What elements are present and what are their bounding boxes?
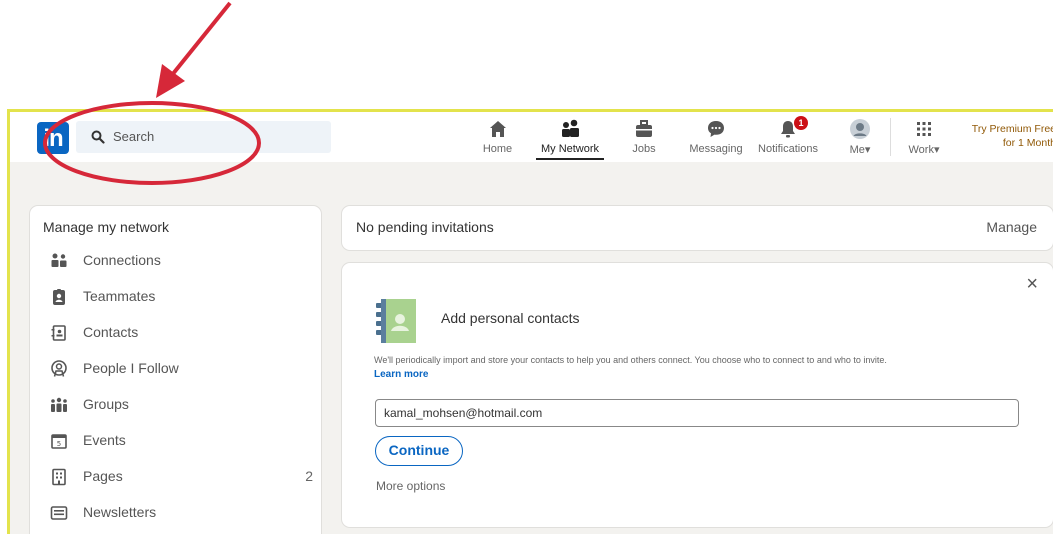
manage-network-title: Manage my network <box>43 219 170 235</box>
nav-home[interactable]: Home <box>480 116 515 160</box>
home-icon <box>489 121 506 137</box>
address-book-icon <box>376 299 416 343</box>
sidebar-item-newsletters[interactable]: Newsletters <box>43 500 313 530</box>
sidebar-item-events[interactable]: 5 Events <box>43 428 313 458</box>
continue-button[interactable]: Continue <box>375 436 463 466</box>
linkedin-window: in Search Home My Network Jobs Messaging… <box>7 109 1053 534</box>
nav-me-label: Me▾ <box>842 143 878 156</box>
newsletter-icon <box>50 506 68 520</box>
invitations-card: No pending invitations Manage <box>342 206 1053 250</box>
sidebar-item-pages[interactable]: Pages 2 <box>43 464 313 494</box>
groups-icon <box>51 397 67 412</box>
premium-line-1: Try Premium Free <box>971 123 1053 135</box>
learn-more-link[interactable]: Learn more <box>374 369 428 380</box>
nav-jobs[interactable]: Jobs <box>629 116 659 160</box>
me-text: Me <box>849 144 865 156</box>
briefcase-icon <box>636 120 652 137</box>
nav-messaging[interactable]: Messaging <box>687 116 745 160</box>
badge-icon <box>53 289 65 305</box>
search-icon <box>91 130 105 144</box>
annotation-arrow-shaft <box>170 1 232 77</box>
network-icon <box>562 119 579 137</box>
nav-me[interactable]: Me▾ <box>842 116 878 160</box>
sidebar-item-label: Teammates <box>83 288 156 304</box>
more-options-link[interactable]: More options <box>376 479 445 493</box>
contacts-description: We'll periodically import and store your… <box>374 355 887 365</box>
follow-icon <box>51 360 67 377</box>
sidebar-item-connections[interactable]: Connections <box>43 248 313 278</box>
building-icon <box>52 468 66 486</box>
grid-icon <box>917 122 931 136</box>
sidebar-item-people-i-follow[interactable]: People I Follow <box>43 356 313 386</box>
sidebar-item-label: Connections <box>83 252 161 268</box>
sidebar-item-label: Contacts <box>83 324 139 340</box>
screenshot-stage: in Search Home My Network Jobs Messaging… <box>0 0 1053 534</box>
email-field[interactable] <box>375 399 1019 427</box>
work-text: Work <box>908 144 934 156</box>
top-navigation: in Search Home My Network Jobs Messaging… <box>10 112 1053 162</box>
nav-home-label: Home <box>482 143 513 155</box>
search-placeholder[interactable]: Search <box>113 129 154 144</box>
linkedin-logo[interactable]: in <box>37 122 69 154</box>
avatar-icon <box>850 119 870 139</box>
nav-work-label: Work▾ <box>903 143 945 156</box>
sidebar-item-label: People I Follow <box>83 360 179 376</box>
try-premium-link[interactable]: Try Premium Free for 1 Month <box>965 122 1053 150</box>
sidebar-item-label: Pages <box>83 468 123 484</box>
no-pending-invitations-text: No pending invitations <box>356 219 494 235</box>
sidebar-item-contacts[interactable]: Contacts <box>43 320 313 350</box>
notification-badge: 1 <box>794 116 808 130</box>
nav-jobs-label: Jobs <box>632 143 656 155</box>
nav-notifications[interactable]: 1 Notifications <box>754 116 822 160</box>
nav-notifications-label: Notifications <box>758 143 818 155</box>
message-icon <box>708 121 724 137</box>
search-bar[interactable]: Search <box>76 121 331 153</box>
sidebar-item-label: Events <box>83 432 126 448</box>
svg-text:5: 5 <box>57 440 61 448</box>
nav-divider <box>890 118 891 156</box>
sidebar-item-label: Groups <box>83 396 129 412</box>
add-contacts-title: Add personal contacts <box>441 310 580 326</box>
nav-messaging-label: Messaging <box>689 143 743 155</box>
add-contacts-card: × Add personal contacts We'll periodical… <box>342 263 1053 527</box>
sidebar-item-label: Newsletters <box>83 504 157 520</box>
sidebar-item-groups[interactable]: Groups <box>43 392 313 422</box>
caret-down-icon: ▾ <box>933 144 940 156</box>
pages-count: 2 <box>305 468 313 484</box>
caret-down-icon: ▾ <box>864 144 871 156</box>
close-icon[interactable]: × <box>1026 273 1038 296</box>
nav-work[interactable]: Work▾ <box>903 116 945 160</box>
sidebar-item-teammates[interactable]: Teammates <box>43 284 313 314</box>
premium-line-2: for 1 Month <box>1002 137 1053 149</box>
people-icon <box>51 253 67 267</box>
manage-network-card: Manage my network Connections Teammates <box>30 206 321 534</box>
manage-invitations-button[interactable]: Manage <box>986 219 1037 235</box>
nav-my-network[interactable]: My Network <box>536 116 604 160</box>
contact-book-icon <box>51 325 66 341</box>
nav-network-label: My Network <box>540 143 600 155</box>
calendar-icon: 5 <box>51 434 67 449</box>
annotation-arrow-head <box>156 64 185 98</box>
